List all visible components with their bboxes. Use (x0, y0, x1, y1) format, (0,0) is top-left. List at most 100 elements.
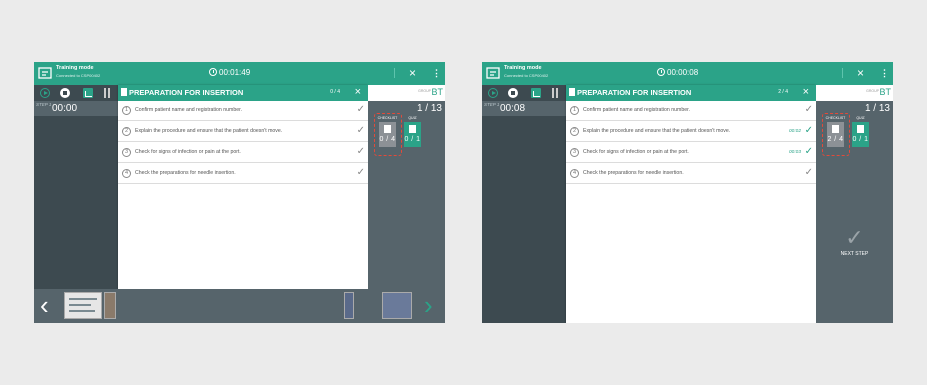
quiz-button[interactable]: QUIZ 0 / 1 (850, 116, 871, 153)
item-text: Confirm patient name and registration nu… (583, 107, 690, 113)
checklist-count: 0 / 4 (379, 136, 396, 143)
checklist-icon-box: 2 / 4 (827, 122, 844, 147)
group-header: GROUP BT (816, 85, 893, 101)
checklist-item[interactable]: 1 Confirm patient name and registration … (118, 101, 368, 121)
session-timer: 00:01:49 (209, 68, 250, 78)
play-icon[interactable] (40, 88, 50, 98)
check-icon[interactable]: ✓ (805, 166, 813, 179)
item-text: Check for signs of infection or pain at … (583, 149, 689, 155)
group-label: GROUP (418, 89, 431, 93)
check-icon[interactable]: ✓ (805, 103, 813, 116)
next-step-label: NEXT STEP (840, 251, 869, 257)
check-icon[interactable]: ✓ (357, 145, 365, 158)
item-number: 2 (122, 127, 131, 136)
item-number: 3 (122, 148, 131, 157)
checklist-item[interactable]: 4 Check the preparations for needle inse… (118, 164, 368, 184)
step-counter: 1 / 13 (416, 103, 442, 114)
playback-controls (482, 85, 567, 101)
next-step-icon[interactable]: › (424, 291, 433, 319)
thumbnail-line (69, 310, 95, 312)
timer-value: 00:01:49 (219, 68, 251, 77)
panel-title: PREPARATION FOR INSERTION (129, 88, 244, 97)
thumbnail-line (69, 304, 91, 306)
quiz-count: 0 / 1 (404, 136, 421, 143)
connection-status: Connected to CSP00402 (56, 73, 101, 78)
step-thumbnail[interactable] (104, 292, 116, 319)
item-text: Check the preparations for needle insert… (583, 170, 684, 176)
checklist-button[interactable]: CHECKLIST 2 / 4 (825, 116, 846, 153)
step-label: STEP 1 (36, 102, 52, 107)
document-icon (569, 88, 575, 96)
checklist-item[interactable]: 1 Confirm patient name and registration … (566, 101, 816, 121)
close-icon[interactable]: × (857, 65, 864, 81)
timer-value: 00:00:08 (667, 68, 699, 77)
step-counter: 1 / 13 (864, 103, 890, 114)
quiz-icon-box: 0 / 1 (852, 122, 869, 147)
divider (842, 68, 843, 78)
step-time: 00:08 (500, 103, 526, 114)
checklist-item[interactable]: 2 Explain the procedure and ensure that … (118, 122, 368, 142)
step-thumbnail[interactable] (64, 292, 102, 319)
quiz-label: QUIZ (856, 116, 865, 120)
panel-progress: 0 / 4 (330, 89, 340, 95)
check-icon[interactable]: ✓ (357, 124, 365, 137)
checklist-item[interactable]: 2 Explain the procedure and ensure that … (566, 122, 816, 142)
item-number: 1 (122, 106, 131, 115)
group-value: BT (879, 87, 891, 97)
item-text: Check the preparations for needle insert… (135, 170, 236, 176)
mode-title: Training mode (56, 65, 94, 71)
stop-icon[interactable] (60, 88, 70, 98)
clipboard-icon (832, 125, 839, 133)
menu-icon[interactable]: ⋮ (880, 66, 889, 80)
item-text: Confirm patient name and registration nu… (135, 107, 242, 113)
checklist-item[interactable]: 3 Check for signs of infection or pain a… (566, 143, 816, 163)
title-bar: Training mode Connected to CSP00402 00:0… (482, 62, 893, 85)
step-filmstrip: ‹ › (34, 289, 445, 323)
checklist-panel: PREPARATION FOR INSERTION 2 / 4 × 1 Conf… (566, 85, 816, 323)
check-icon[interactable]: ✓ (805, 124, 813, 137)
list-icon[interactable] (552, 88, 558, 98)
document-icon (121, 88, 127, 96)
next-step-button[interactable]: ✓ NEXT STEP (834, 227, 875, 258)
panel-progress: 2 / 4 (778, 89, 788, 95)
step-thumbnail[interactable] (382, 292, 412, 319)
panel-header: PREPARATION FOR INSERTION 2 / 4 × (566, 85, 816, 101)
checklist-count: 2 / 4 (827, 136, 844, 143)
checklist-item[interactable]: 3 Check for signs of infection or pain a… (118, 143, 368, 163)
item-text: Explain the procedure and ensure that th… (135, 128, 283, 134)
panel-header: PREPARATION FOR INSERTION 0 / 4 × (118, 85, 368, 101)
check-icon[interactable]: ✓ (357, 103, 365, 116)
item-number: 3 (570, 148, 579, 157)
connection-status: Connected to CSP00402 (504, 73, 549, 78)
stop-icon[interactable] (508, 88, 518, 98)
stats-icon[interactable] (531, 88, 541, 98)
training-screen-before: Training mode Connected to CSP00402 00:0… (34, 62, 445, 323)
list-icon[interactable] (104, 88, 110, 98)
quiz-count: 0 / 1 (852, 136, 869, 143)
check-icon[interactable]: ✓ (357, 166, 365, 179)
item-number: 2 (570, 127, 579, 136)
checklist-item[interactable]: 4 Check the preparations for needle inse… (566, 164, 816, 184)
quiz-icon (409, 125, 416, 133)
play-icon[interactable] (488, 88, 498, 98)
training-screen-after: Training mode Connected to CSP00402 00:0… (482, 62, 893, 323)
panel-title: PREPARATION FOR INSERTION (577, 88, 692, 97)
check-icon[interactable]: ✓ (805, 145, 813, 158)
step-time: 00:00 (52, 103, 78, 114)
quiz-button[interactable]: QUIZ 0 / 1 (402, 116, 423, 153)
close-icon[interactable]: × (355, 86, 361, 99)
step-thumbnail[interactable] (344, 292, 354, 319)
mode-title: Training mode (504, 65, 542, 71)
checklist-button[interactable]: CHECKLIST 0 / 4 (377, 116, 398, 153)
item-text: Check for signs of infection or pain at … (135, 149, 241, 155)
stats-icon[interactable] (83, 88, 93, 98)
step-sidebar: 1 / 13 CHECKLIST 2 / 4 QUIZ 0 / 1 ✓ NEXT… (816, 101, 893, 323)
group-label: GROUP (866, 89, 879, 93)
step-timer: STEP 1 00:00 (34, 101, 119, 116)
menu-icon[interactable]: ⋮ (432, 66, 441, 80)
item-text: Explain the procedure and ensure that th… (583, 128, 731, 134)
close-icon[interactable]: × (409, 65, 416, 81)
prev-step-icon[interactable]: ‹ (40, 291, 49, 319)
close-icon[interactable]: × (803, 86, 809, 99)
checklist-panel: PREPARATION FOR INSERTION 0 / 4 × 1 Conf… (118, 85, 368, 323)
